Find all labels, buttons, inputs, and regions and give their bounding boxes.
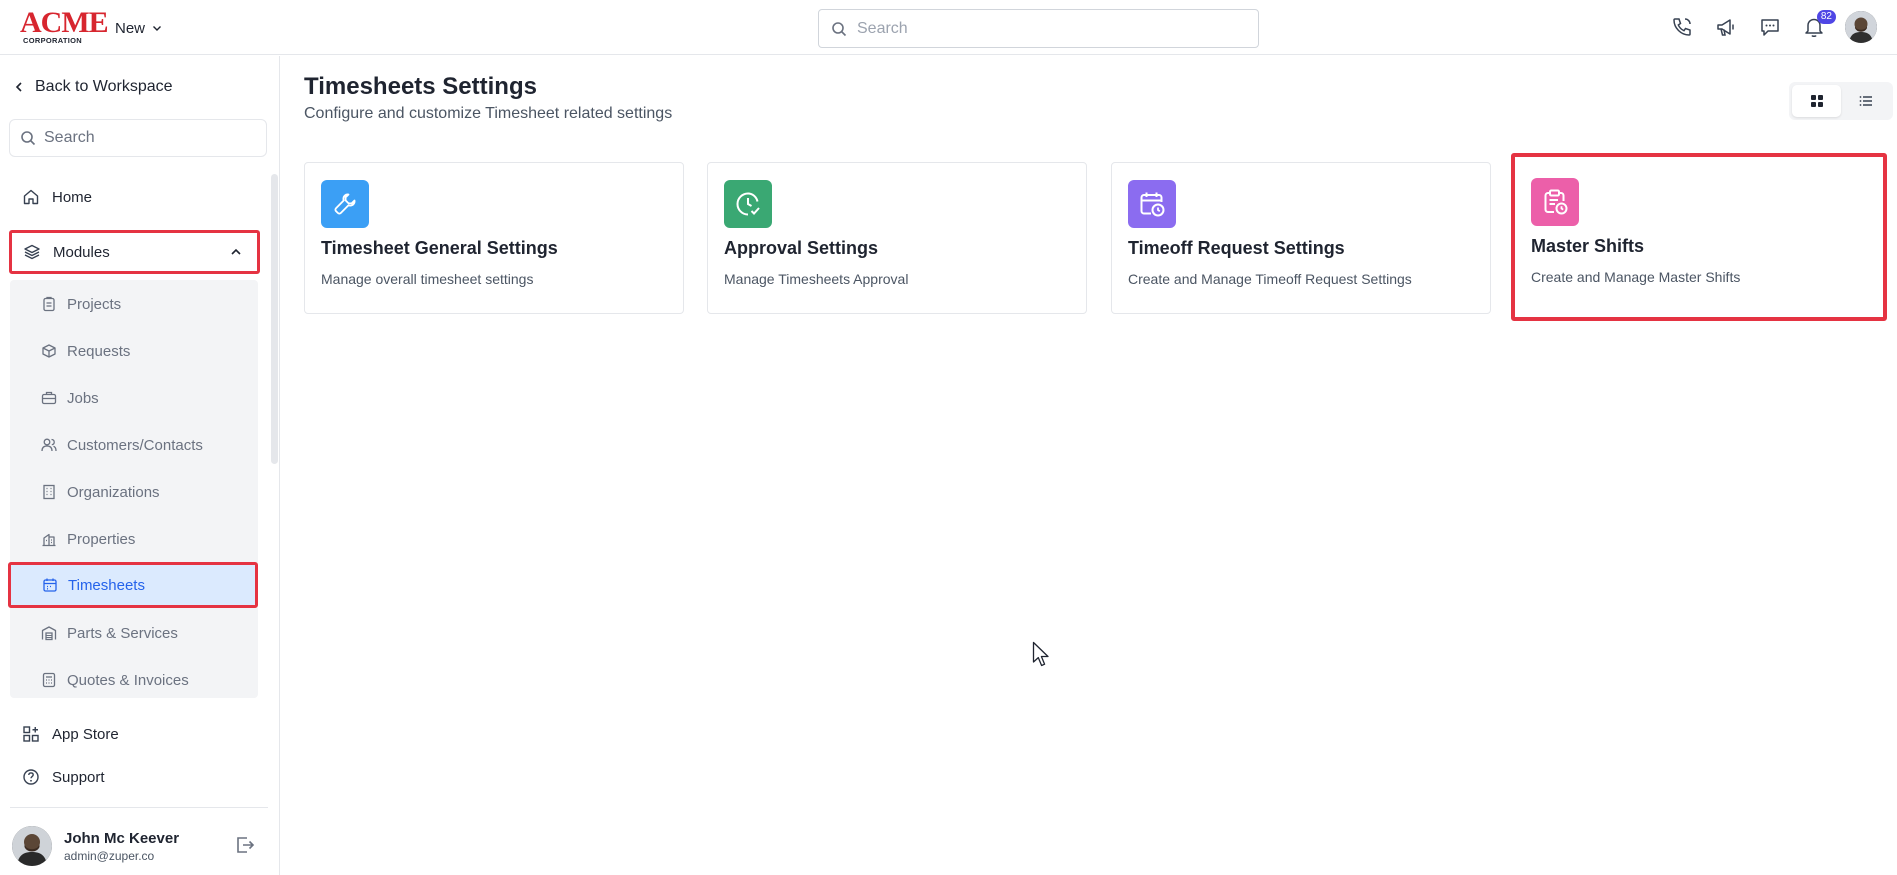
sidebar-item-label: Organizations <box>67 483 160 501</box>
sidebar-item-label: Timesheets <box>68 576 145 594</box>
new-button-label: New <box>115 19 146 37</box>
sidebar-item-label: Projects <box>67 295 122 313</box>
app-store-icon <box>23 726 39 742</box>
sidebar-item-app-store[interactable]: App Store <box>11 715 261 753</box>
top-bar: ACME CORPORATION New 82 <box>0 0 1897 55</box>
sidebar-item-label: Home <box>52 188 93 206</box>
layers-icon <box>24 244 40 260</box>
home-icon <box>23 189 39 205</box>
user-email: admin@zuper.co <box>64 848 155 863</box>
avatar <box>12 826 52 866</box>
list-icon <box>1859 96 1872 106</box>
logout-icon[interactable] <box>234 834 256 861</box>
user-name: John Mc Keever <box>64 829 180 847</box>
briefcase-icon <box>41 391 57 405</box>
bell-icon[interactable]: 82 <box>1801 10 1836 40</box>
chevron-up-icon[interactable] <box>229 245 243 259</box>
sidebar-scrollbar[interactable] <box>271 174 278 464</box>
grid-view-button[interactable] <box>1792 85 1841 117</box>
sidebar-item-requests[interactable]: Requests <box>10 332 258 370</box>
company-logo[interactable]: ACME CORPORATION <box>20 7 109 46</box>
user-avatar[interactable] <box>1845 11 1877 43</box>
sidebar-item-label: Requests <box>67 342 131 360</box>
card-master-shifts[interactable]: Master Shifts Create and Manage Master S… <box>1511 153 1887 321</box>
list-view-button[interactable] <box>1841 85 1890 117</box>
user-profile[interactable]: John Mc Keever admin@zuper.co <box>12 826 179 866</box>
sidebar-item-label: Properties <box>67 530 136 548</box>
sidebar-item-modules[interactable]: Modules <box>9 230 260 274</box>
sidebar-item-label: Quotes & Invoices <box>67 671 189 689</box>
search-icon <box>832 21 847 36</box>
modules-submenu: Projects Requests Jobs Customers/Contact… <box>8 280 258 699</box>
wrench-icon <box>321 180 369 228</box>
warehouse-icon <box>41 626 57 641</box>
calendar-icon <box>43 578 57 592</box>
sidebar-item-label: Support <box>52 768 105 786</box>
back-to-workspace-link[interactable]: Back to Workspace <box>13 78 173 96</box>
sidebar-search[interactable] <box>9 119 267 157</box>
calendar-clock-icon <box>1128 180 1176 228</box>
sidebar-item-label: Parts & Services <box>67 624 178 642</box>
search-icon <box>21 131 36 146</box>
card-title: Master Shifts <box>1531 236 1645 256</box>
page-title: Timesheets Settings <box>304 73 537 100</box>
card-description: Manage overall timesheet settings <box>321 271 534 287</box>
box-icon <box>42 344 56 358</box>
clipboard-icon <box>43 296 55 312</box>
sidebar-item-label: Modules <box>53 243 110 261</box>
global-search[interactable] <box>818 9 1259 48</box>
sidebar-item-support[interactable]: Support <box>11 758 261 796</box>
clock-check-icon <box>724 180 772 228</box>
sidebar-item-quotes-invoices[interactable]: Quotes & Invoices <box>10 661 258 699</box>
card-description: Manage Timesheets Approval <box>724 271 909 287</box>
page-subtitle: Configure and customize Timesheet relate… <box>304 105 673 122</box>
building-icon <box>43 484 55 500</box>
clipboard-clock-icon <box>1531 178 1579 226</box>
sidebar-item-projects[interactable]: Projects <box>10 285 258 323</box>
property-icon <box>42 533 56 547</box>
sidebar-item-customers-contacts[interactable]: Customers/Contacts <box>10 426 258 464</box>
card-title: Approval Settings <box>724 238 879 258</box>
sidebar-item-jobs[interactable]: Jobs <box>10 379 258 417</box>
sidebar: Back to Workspace Home Modules Projects … <box>0 56 280 875</box>
card-title: Timeoff Request Settings <box>1128 238 1345 258</box>
card-timesheet-general-settings[interactable]: Timesheet General Settings Manage overal… <box>304 162 684 314</box>
card-approval-settings[interactable]: Approval Settings Manage Timesheets Appr… <box>707 162 1087 314</box>
sidebar-item-parts-services[interactable]: Parts & Services <box>10 614 258 652</box>
divider <box>10 807 268 808</box>
chevron-left-icon <box>15 82 22 92</box>
logo-subtitle: CORPORATION <box>23 36 82 45</box>
global-search-input[interactable] <box>857 19 1227 38</box>
sidebar-item-organizations[interactable]: Organizations <box>10 473 258 511</box>
chat-icon[interactable] <box>1757 14 1783 40</box>
users-icon <box>41 438 57 452</box>
card-timeoff-request-settings[interactable]: Timeoff Request Settings Create and Mana… <box>1111 162 1491 314</box>
mouse-cursor <box>1032 641 1052 674</box>
logo-wordmark: ACME <box>20 6 109 39</box>
user-info: John Mc Keever admin@zuper.co <box>64 830 179 863</box>
sidebar-item-timesheets[interactable]: Timesheets <box>8 562 258 608</box>
card-description: Create and Manage Master Shifts <box>1531 269 1741 285</box>
new-button[interactable]: New <box>115 17 163 39</box>
top-actions: 82 <box>1669 10 1877 43</box>
view-toggle <box>1789 82 1893 120</box>
sidebar-item-label: App Store <box>52 725 119 743</box>
sidebar-item-properties[interactable]: Properties <box>10 520 258 558</box>
card-title: Timesheet General Settings <box>321 238 558 258</box>
sidebar-search-input[interactable] <box>44 129 244 147</box>
help-circle-icon <box>23 769 39 785</box>
invoice-icon <box>42 672 56 688</box>
sidebar-item-home[interactable]: Home <box>11 177 258 217</box>
card-description: Create and Manage Timeoff Request Settin… <box>1128 271 1412 287</box>
chevron-down-icon <box>153 26 162 31</box>
phone-icon[interactable] <box>1669 14 1695 40</box>
megaphone-icon[interactable] <box>1713 14 1739 40</box>
notification-badge: 82 <box>1816 10 1836 24</box>
sidebar-item-label: Customers/Contacts <box>67 436 203 454</box>
back-label: Back to Workspace <box>35 78 173 95</box>
grid-icon <box>1810 95 1823 107</box>
sidebar-item-label: Jobs <box>67 389 99 407</box>
